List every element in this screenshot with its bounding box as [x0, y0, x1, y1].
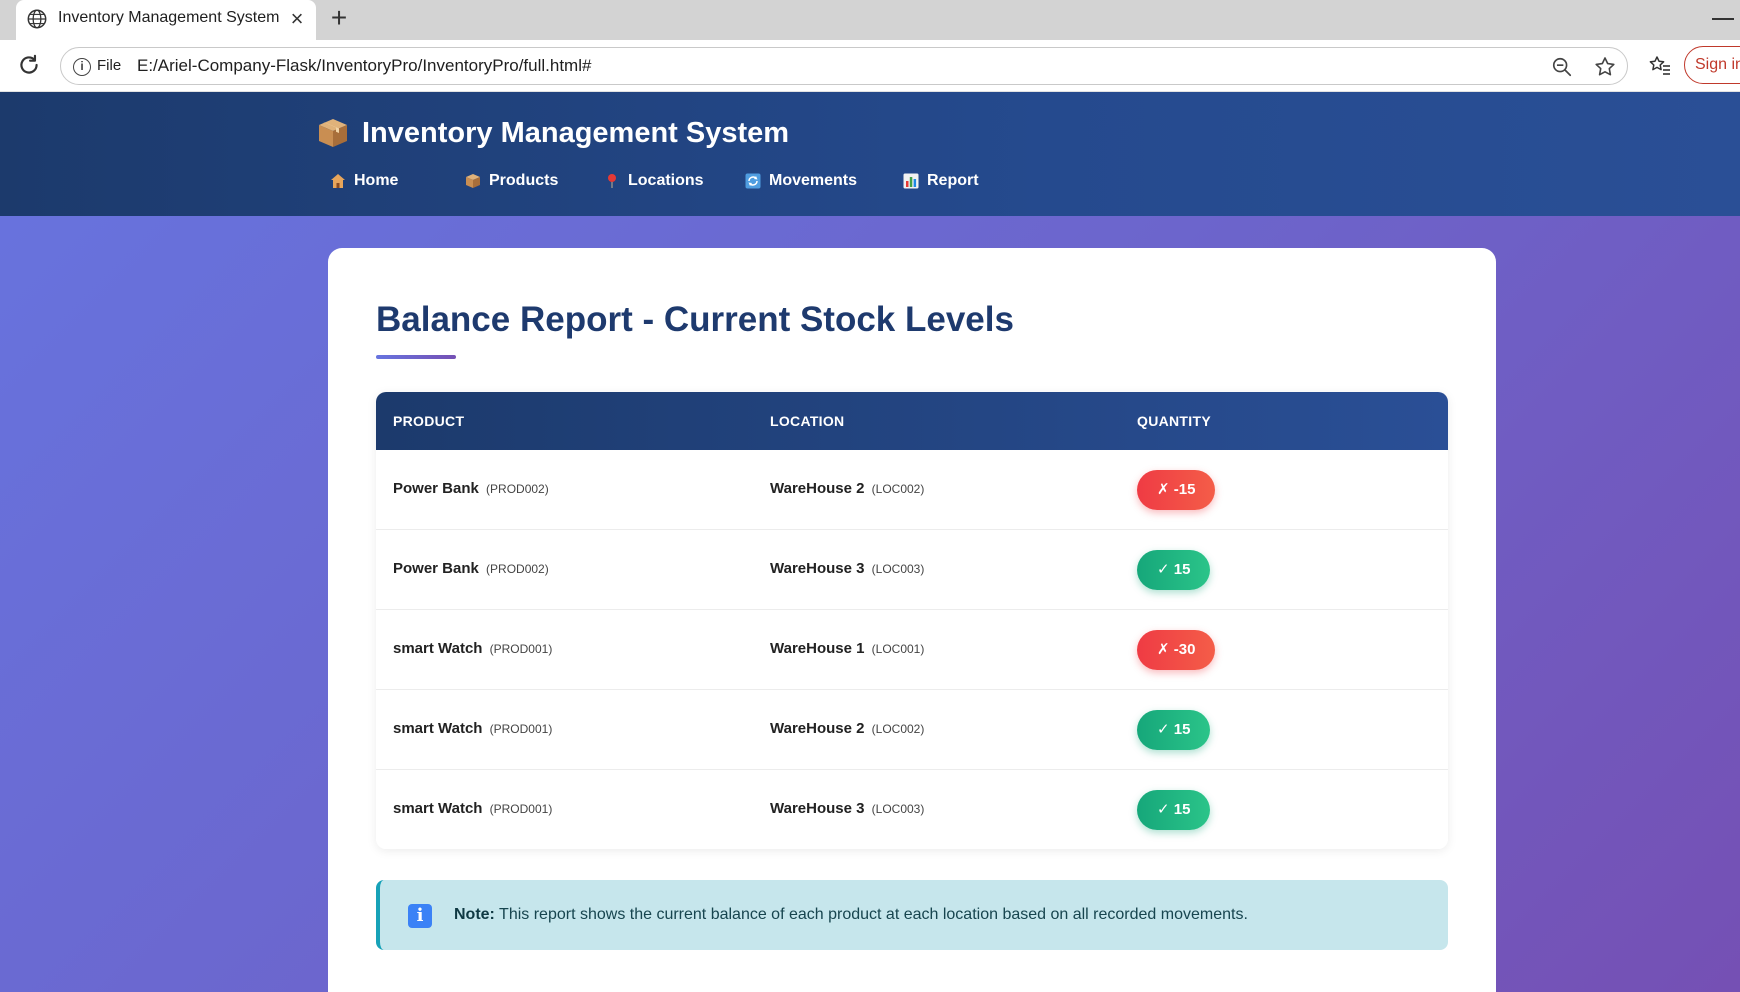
browser-toolbar: i File E:/Ariel-Company-Flask/InventoryP…	[0, 40, 1740, 92]
browser-tab[interactable]: Inventory Management System ×	[16, 0, 316, 40]
nav-label-report: Report	[927, 172, 979, 189]
product-code: (PROD001)	[489, 802, 553, 816]
nav-label-movements: Movements	[769, 172, 858, 189]
file-scheme-label: File	[97, 57, 122, 74]
nav-item-home[interactable]: Home	[330, 172, 398, 190]
nav-label-locations: Locations	[628, 172, 704, 189]
browser-tab-strip: Inventory Management System × +	[0, 0, 1740, 40]
product-name: smart Watch	[393, 640, 483, 657]
table-row: Power Bank (PROD002) WareHouse 2 (LOC002…	[376, 450, 1448, 530]
product-cell: Power Bank (PROD002)	[393, 560, 549, 577]
location-code: (LOC001)	[871, 642, 925, 656]
location-name: WareHouse 2	[770, 720, 865, 737]
balance-table: PRODUCT LOCATION QUANTITY Power Bank (PR…	[376, 392, 1448, 849]
location-code: (LOC003)	[871, 562, 925, 576]
location-name: WareHouse 3	[770, 800, 865, 817]
nav-item-products[interactable]: Products	[465, 172, 558, 190]
note-text: Note: This report shows the current bala…	[454, 906, 1248, 924]
reload-icon[interactable]	[16, 52, 42, 78]
column-header-location: LOCATION	[770, 413, 845, 429]
location-cell: WareHouse 2 (LOC002)	[770, 480, 924, 497]
quantity-badge: ✓ 15	[1137, 790, 1211, 830]
location-cell: WareHouse 1 (LOC001)	[770, 640, 924, 657]
close-icon[interactable]: ×	[284, 6, 310, 32]
house-icon	[331, 174, 345, 188]
quantity-badge: ✓ 15	[1137, 550, 1211, 590]
bar-chart-icon	[903, 173, 919, 189]
title-underline	[376, 355, 456, 359]
location-name: WareHouse 3	[770, 560, 865, 577]
minimize-window-button[interactable]	[1712, 18, 1734, 20]
location-code: (LOC003)	[871, 802, 925, 816]
favorites-icon[interactable]	[1648, 54, 1672, 78]
product-cell: Power Bank (PROD002)	[393, 480, 549, 497]
new-tab-button[interactable]: +	[324, 4, 354, 34]
page-background: Inventory Management System Home Product…	[0, 92, 1740, 992]
note-label: Note:	[454, 906, 495, 923]
product-code: (PROD002)	[486, 562, 549, 576]
url-text[interactable]: E:/Ariel-Company-Flask/InventoryPro/Inve…	[137, 56, 591, 76]
nav-item-report[interactable]: Report	[903, 172, 979, 190]
site-header: Inventory Management System Home Product…	[0, 92, 1740, 216]
table-row: smart Watch (PROD001) WareHouse 1 (LOC00…	[376, 610, 1448, 690]
product-cell: smart Watch (PROD001)	[393, 640, 552, 657]
package-icon	[466, 174, 480, 188]
product-code: (PROD002)	[486, 482, 549, 496]
table-row: smart Watch (PROD001) WareHouse 3 (LOC00…	[376, 770, 1448, 849]
table-header: PRODUCT LOCATION QUANTITY	[376, 392, 1448, 450]
tab-title: Inventory Management System	[58, 9, 280, 26]
report-card: Balance Report - Current Stock Levels PR…	[328, 248, 1496, 992]
location-name: WareHouse 2	[770, 480, 865, 497]
globe-icon	[27, 9, 47, 29]
package-icon	[319, 119, 347, 147]
product-name: smart Watch	[393, 720, 483, 737]
quantity-badge: ✓ 15	[1137, 710, 1211, 750]
sign-in-button[interactable]: Sign in	[1684, 46, 1740, 84]
location-cell: WareHouse 2 (LOC002)	[770, 720, 924, 737]
nav-item-movements[interactable]: Movements	[745, 172, 857, 190]
page-title: Balance Report - Current Stock Levels	[376, 300, 1014, 339]
product-name: smart Watch	[393, 800, 483, 817]
product-code: (PROD001)	[489, 722, 553, 736]
location-name: WareHouse 1	[770, 640, 865, 657]
pin-icon	[608, 174, 616, 188]
refresh-icon	[745, 173, 761, 189]
location-cell: WareHouse 3 (LOC003)	[770, 560, 924, 577]
column-header-quantity: QUANTITY	[1137, 413, 1211, 429]
product-name: Power Bank	[393, 560, 479, 577]
nav-item-locations[interactable]: Locations	[604, 172, 704, 190]
info-icon: i	[408, 904, 432, 928]
bookmark-star-icon[interactable]	[1593, 55, 1617, 79]
product-cell: smart Watch (PROD001)	[393, 800, 552, 817]
zoom-out-icon[interactable]	[1551, 56, 1573, 78]
location-cell: WareHouse 3 (LOC003)	[770, 800, 924, 817]
product-code: (PROD001)	[489, 642, 553, 656]
info-icon[interactable]: i	[73, 58, 91, 76]
table-row: smart Watch (PROD001) WareHouse 2 (LOC00…	[376, 690, 1448, 770]
quantity-badge: ✗ -15	[1137, 470, 1216, 510]
address-bar[interactable]: i File E:/Ariel-Company-Flask/InventoryP…	[60, 47, 1628, 85]
quantity-badge: ✗ -30	[1137, 630, 1216, 670]
location-code: (LOC002)	[871, 482, 925, 496]
note-body: This report shows the current balance of…	[499, 906, 1248, 923]
brand: Inventory Management System	[316, 116, 789, 150]
info-note: i Note: This report shows the current ba…	[376, 880, 1448, 950]
table-row: Power Bank (PROD002) WareHouse 3 (LOC003…	[376, 530, 1448, 610]
site-title: Inventory Management System	[362, 116, 790, 149]
location-code: (LOC002)	[871, 722, 925, 736]
nav-label-products: Products	[489, 172, 559, 189]
product-cell: smart Watch (PROD001)	[393, 720, 552, 737]
nav-label-home: Home	[354, 172, 399, 189]
column-header-product: PRODUCT	[393, 413, 465, 429]
product-name: Power Bank	[393, 480, 479, 497]
